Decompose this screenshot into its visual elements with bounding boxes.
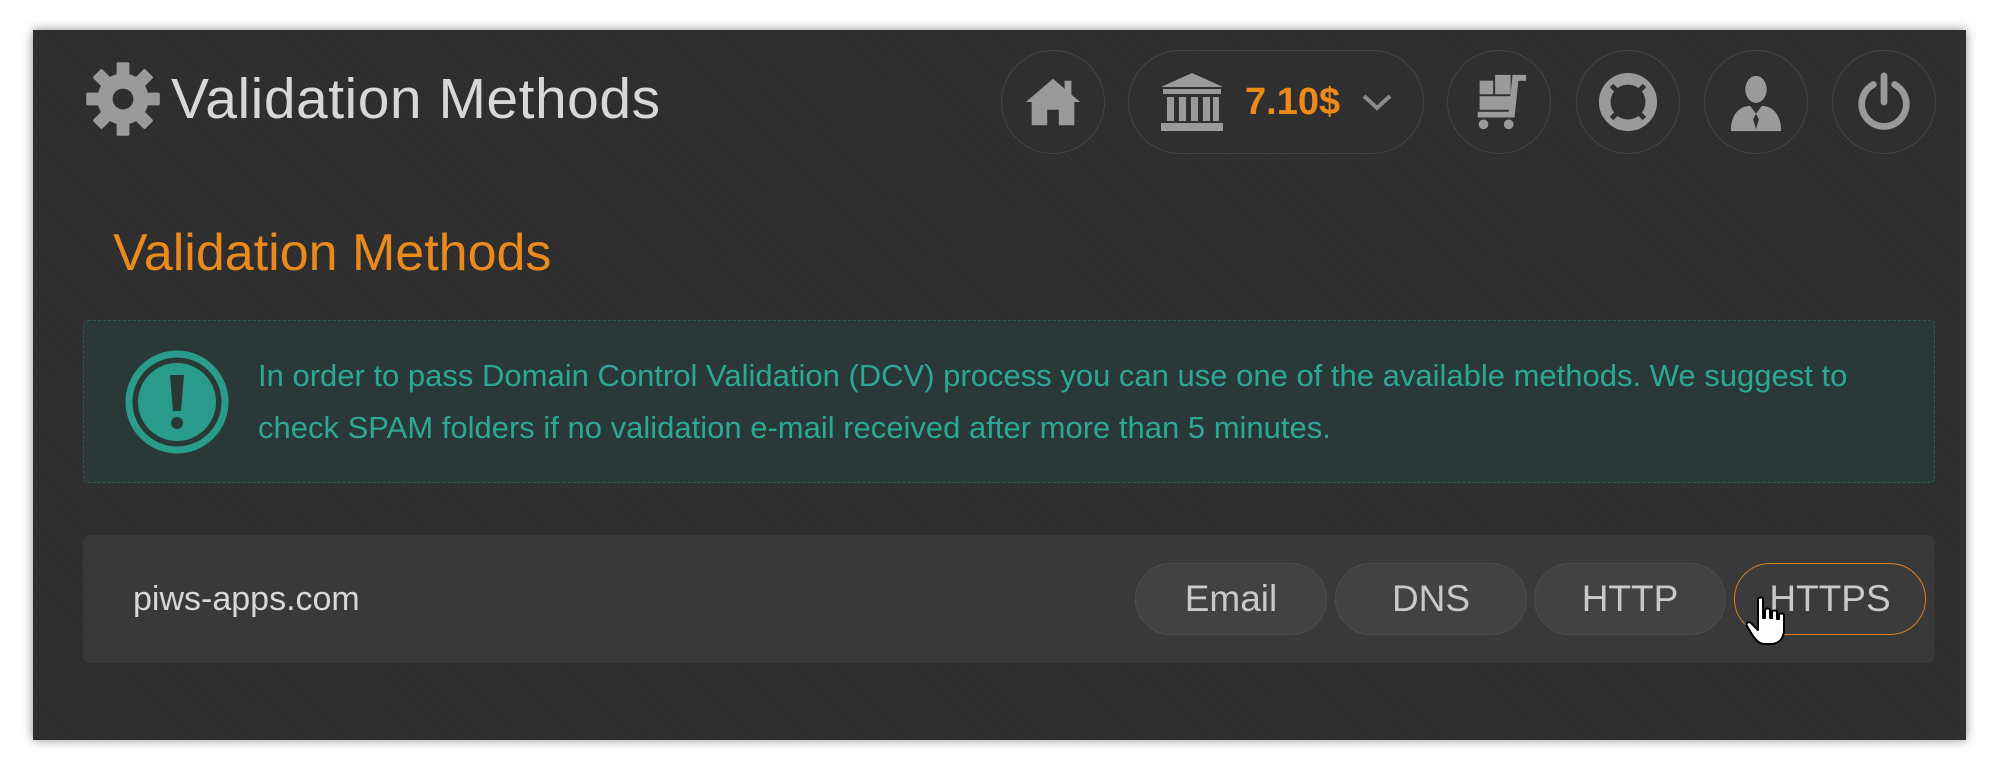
cart-icon <box>1477 74 1527 130</box>
bank-icon <box>1161 73 1223 131</box>
home-icon <box>1025 78 1081 126</box>
exclamation-icon <box>125 350 229 453</box>
logout-button[interactable] <box>1832 50 1936 154</box>
balance-amount: 7.10$ <box>1245 80 1341 123</box>
account-button[interactable] <box>1704 50 1808 154</box>
chevron-down-icon <box>1362 94 1392 111</box>
method-http-button[interactable]: HTTP <box>1534 563 1726 635</box>
domain-name: piws-apps.com <box>133 579 360 618</box>
cart-button[interactable] <box>1447 50 1551 154</box>
home-button[interactable] <box>1001 50 1105 154</box>
lifebuoy-icon <box>1598 72 1658 132</box>
app-window: Validation Methods 7.10$ Validation Meth… <box>33 30 1966 740</box>
support-button[interactable] <box>1576 50 1680 154</box>
method-dns-button[interactable]: DNS <box>1335 563 1527 635</box>
alert-message: In order to pass Domain Control Validati… <box>258 357 1848 445</box>
page-header-title: Validation Methods <box>171 67 661 131</box>
domain-row: piws-apps.com Email DNS HTTP HTTPS <box>83 535 1935 663</box>
method-email-button[interactable]: Email <box>1135 563 1327 635</box>
user-icon <box>1730 75 1782 132</box>
balance-dropdown[interactable]: 7.10$ <box>1128 50 1424 154</box>
page-header: Validation Methods <box>83 58 661 140</box>
gear-icon <box>86 62 160 136</box>
power-icon <box>1858 72 1910 130</box>
section-title: Validation Methods <box>113 224 552 282</box>
info-alert: In order to pass Domain Control Validati… <box>83 320 1935 483</box>
hand-pointer-icon <box>1745 596 1785 645</box>
